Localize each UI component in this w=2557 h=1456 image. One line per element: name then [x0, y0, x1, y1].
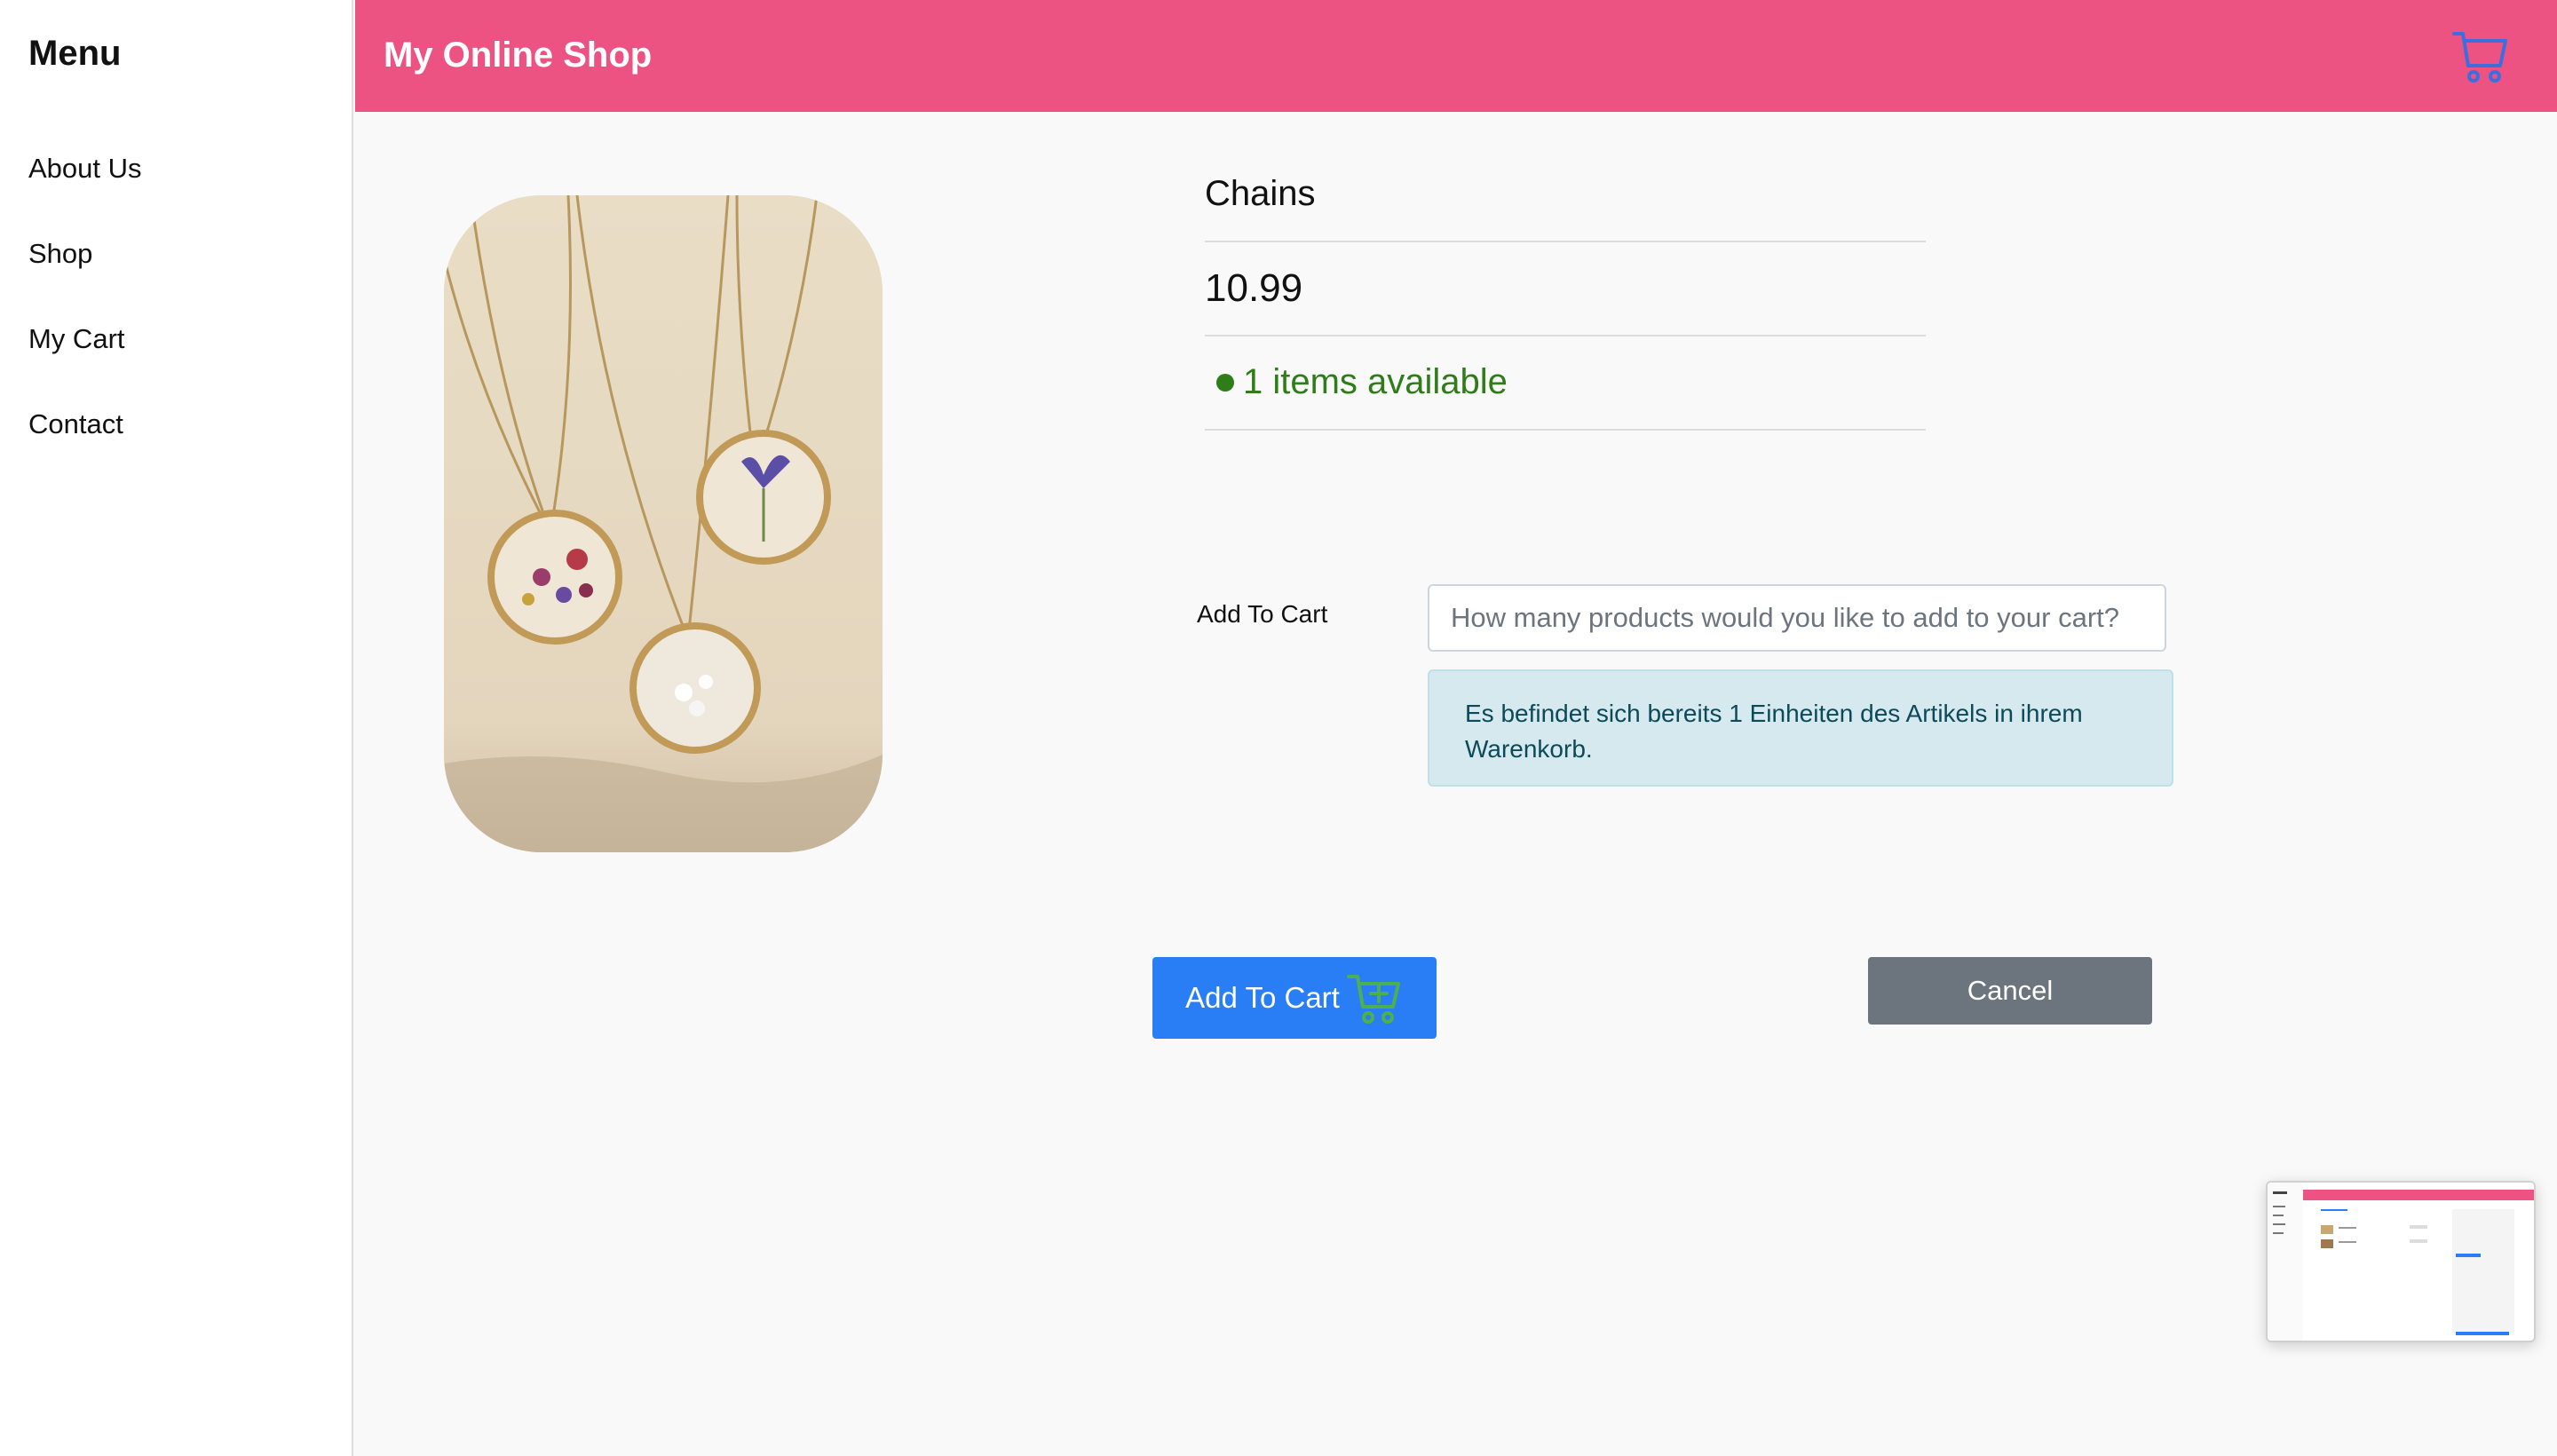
header-bar: My Online Shop	[355, 0, 2557, 112]
product-name: Chains	[1205, 174, 1316, 213]
add-to-cart-label: Add To Cart	[1197, 600, 1328, 628]
screenshot-thumbnail[interactable]	[2266, 1181, 2536, 1342]
availability-status: 1 items available	[1216, 362, 1508, 402]
divider	[1205, 335, 1926, 336]
cart-info-alert: Es befindet sich bereits 1 Einheiten des…	[1428, 669, 2173, 787]
quantity-input[interactable]	[1428, 584, 2166, 652]
sidebar-title: Menu	[28, 34, 122, 73]
product-image	[444, 195, 883, 852]
sidebar-item-about-us[interactable]: About Us	[28, 153, 142, 185]
sidebar-item-my-cart[interactable]: My Cart	[28, 323, 125, 355]
sidebar-item-shop[interactable]: Shop	[28, 238, 92, 270]
page-title: My Online Shop	[384, 36, 653, 75]
add-to-cart-button-label: Add To Cart	[1185, 981, 1340, 1014]
product-price: 10.99	[1205, 266, 1303, 310]
availability-text: 1 items available	[1243, 362, 1508, 401]
sidebar: Menu About Us Shop My Cart Contact	[0, 0, 353, 1456]
necklace-photo-icon	[444, 195, 883, 852]
divider	[1205, 429, 1926, 431]
status-dot-icon	[1216, 373, 1234, 392]
screenshot-preview-icon	[2268, 1183, 2534, 1341]
cart-icon[interactable]	[2452, 28, 2509, 85]
divider	[1205, 241, 1926, 242]
add-to-cart-button[interactable]: Add To Cart	[1152, 957, 1437, 1039]
sidebar-item-contact[interactable]: Contact	[28, 408, 123, 440]
add-cart-icon	[1346, 975, 1400, 1024]
cancel-button[interactable]: Cancel	[1868, 957, 2152, 1025]
